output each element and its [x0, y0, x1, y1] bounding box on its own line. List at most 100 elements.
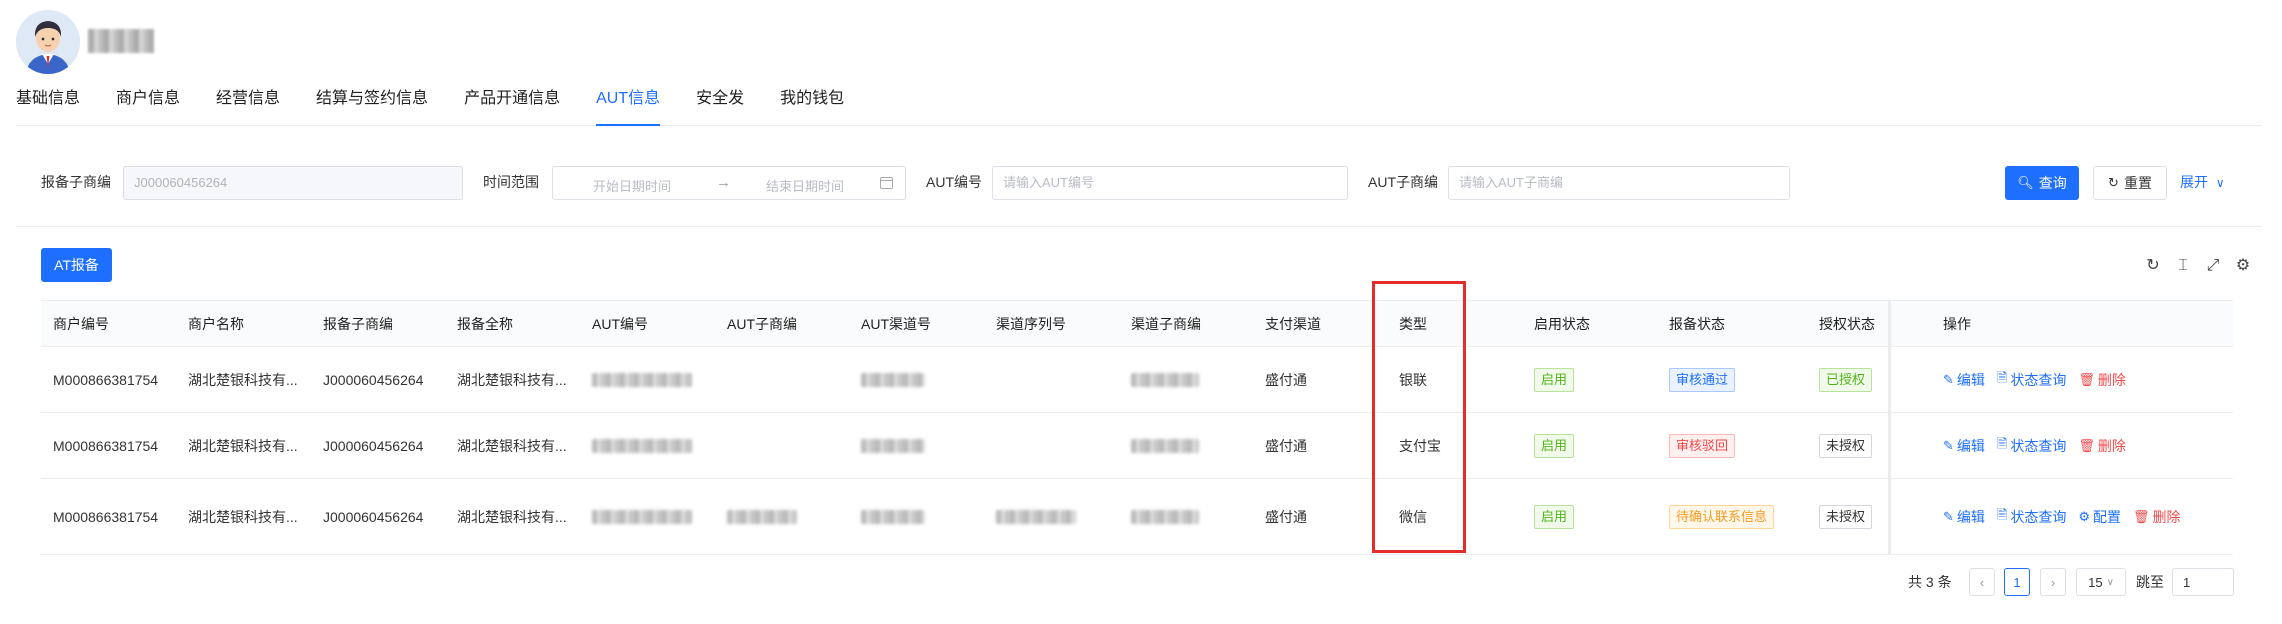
cell-pay-channel: 盛付通 [1265, 371, 1307, 388]
reset-button[interactable]: ↻ 重置 [2093, 166, 2167, 200]
density-icon[interactable]: ⌶ [2174, 257, 2192, 275]
status-badge: 未授权 [1819, 433, 1873, 458]
document-search-icon: 🗎 [1996, 435, 2008, 451]
tab-product-info[interactable]: 产品开通信息 [464, 82, 560, 126]
col-actions: 操作 [1943, 315, 1971, 332]
edit-label: 编辑 [1956, 437, 1985, 454]
col-aut-channel: AUT渠道号 [861, 315, 931, 332]
sub-merchant-input: J000060456264 [123, 166, 463, 200]
search-button-label: 查询 [2038, 175, 2067, 191]
jump-label: 跳至 [2136, 574, 2164, 590]
cell-report-status: 审核驳回 [1669, 413, 1736, 478]
cell-actions: ✎ 编辑 🗎 状态查询 🗑︎ 删除 [1943, 347, 2138, 412]
cell-pay-channel: 盛付通 [1265, 508, 1307, 525]
status-query-button[interactable]: 🗎 状态查询 [1997, 506, 2066, 528]
fullscreen-icon[interactable]: ⤢ [2204, 257, 2222, 275]
cell-channel-serial-redacted [996, 479, 1076, 554]
cell-report-status: 待确认联系信息 [1669, 479, 1775, 554]
col-pay-channel: 支付渠道 [1265, 315, 1321, 332]
aut-sub-label: AUT子商编 [1368, 174, 1438, 190]
delete-label: 删除 [2152, 508, 2181, 525]
sub-merchant-label: 报备子商编 [41, 174, 111, 190]
tab-my-wallet[interactable]: 我的钱包 [780, 82, 844, 126]
tab-business-info[interactable]: 经营信息 [216, 82, 280, 126]
document-search-icon: 🗎 [1996, 369, 2008, 385]
range-arrow-icon: → [716, 174, 731, 191]
status-query-label: 状态查询 [2010, 371, 2067, 388]
expand-link[interactable]: 展开 ∨ [2180, 172, 2225, 192]
aut-no-input[interactable]: 请输入AUT编号 [992, 166, 1348, 200]
table-row: M000866381754 湖北楚银科技有... J000060456264 湖… [41, 413, 2233, 479]
cell-sub-merchant: J000060456264 [323, 437, 424, 454]
prev-page-button[interactable]: ‹ [1969, 568, 1995, 596]
status-query-label: 状态查询 [2010, 437, 2067, 454]
cell-aut-channel-redacted [861, 479, 925, 554]
tab-merchant-info[interactable]: 商户信息 [116, 82, 180, 126]
cell-aut-no-redacted [592, 479, 692, 554]
col-channel-serial: 渠道序列号 [996, 315, 1066, 332]
cell-aut-channel-redacted [861, 347, 925, 412]
delete-label: 删除 [2097, 371, 2126, 388]
table-header-row: 商户编号 商户名称 报备子商编 报备全称 AUT编号 AUT子商编 AUT渠道号… [41, 301, 2233, 347]
search-icon: 🔍︎ [2017, 175, 2034, 190]
tab-bar: 基础信息 商户信息 经营信息 结算与签约信息 产品开通信息 AUT信息 安全发 … [16, 82, 2262, 126]
jump-page-input[interactable]: 1 [2172, 568, 2234, 596]
col-report-status: 报备状态 [1669, 315, 1725, 332]
status-badge: 未授权 [1819, 504, 1873, 529]
cell-merchant-name: 湖北楚银科技有... [188, 437, 298, 454]
col-aut-sub: AUT子商编 [727, 315, 797, 332]
page-size-select[interactable]: 15 ∨ [2076, 568, 2126, 596]
status-badge: 待确认联系信息 [1669, 504, 1775, 529]
calendar-icon [880, 177, 893, 189]
cell-actions: ✎ 编辑 🗎 状态查询 🗑︎ 删除 [1943, 413, 2138, 478]
cell-auth-status: 未授权 [1819, 479, 1873, 554]
start-date-placeholder: 开始日期时间 [593, 179, 672, 194]
tab-anquanfa[interactable]: 安全发 [696, 82, 744, 126]
col-full-name: 报备全称 [457, 315, 513, 332]
trash-icon: 🗑︎ [2078, 371, 2095, 387]
cell-aut-no-redacted [592, 347, 692, 412]
tab-basic-info[interactable]: 基础信息 [16, 82, 80, 126]
edit-button[interactable]: ✎ 编辑 [1943, 507, 1985, 527]
cell-full-name: 湖北楚银科技有... [457, 437, 567, 454]
type-column-highlight [1372, 281, 1466, 553]
tab-aut-info[interactable]: AUT信息 [596, 82, 661, 126]
cell-merchant-no: M000866381754 [53, 437, 159, 454]
edit-button[interactable]: ✎ 编辑 [1943, 436, 1985, 456]
cell-aut-no-redacted [592, 413, 692, 478]
chevron-left-icon: ‹ [1979, 574, 1985, 590]
fixed-column-shadow [1888, 300, 1891, 554]
cell-auth-status: 未授权 [1819, 413, 1873, 478]
at-report-button[interactable]: AT报备 [41, 248, 112, 282]
expand-label: 展开 [2180, 174, 2208, 190]
config-button[interactable]: ⚙ 配置 [2078, 507, 2121, 527]
cell-sub-merchant: J000060456264 [323, 371, 424, 388]
refresh-icon[interactable]: ↻ [2144, 257, 2162, 275]
search-button[interactable]: 🔍︎ 查询 [2005, 166, 2079, 200]
tab-settlement-info[interactable]: 结算与签约信息 [316, 82, 428, 126]
delete-button[interactable]: 🗑︎ 删除 [2078, 436, 2126, 456]
aut-sub-input[interactable]: 请输入AUT子商编 [1448, 166, 1790, 200]
col-merchant-name: 商户名称 [188, 315, 244, 332]
status-badge: 审核通过 [1669, 367, 1736, 392]
edit-label: 编辑 [1956, 371, 1985, 388]
edit-button[interactable]: ✎ 编辑 [1943, 370, 1985, 390]
delete-button[interactable]: 🗑︎ 删除 [2078, 370, 2126, 390]
cell-channel-sub-redacted [1131, 347, 1199, 412]
edit-label: 编辑 [1956, 508, 1985, 525]
time-range-picker[interactable]: 开始日期时间 → 结束日期时间 [552, 166, 906, 200]
reset-icon: ↻ [2108, 175, 2119, 190]
cell-enable-status: 启用 [1534, 347, 1575, 412]
cell-full-name: 湖北楚银科技有... [457, 371, 567, 388]
filter-bar: 报备子商编 J000060456264 时间范围 开始日期时间 → 结束日期时间… [0, 160, 2282, 204]
delete-button[interactable]: 🗑︎ 删除 [2133, 507, 2181, 527]
section-divider [16, 226, 2262, 227]
status-query-button[interactable]: 🗎 状态查询 [1997, 369, 2066, 391]
config-label: 配置 [2093, 508, 2122, 525]
settings-gear-icon[interactable]: ⚙ [2234, 257, 2252, 275]
page-1-button[interactable]: 1 [2004, 568, 2030, 596]
reset-button-label: 重置 [2123, 175, 2152, 191]
col-enable-status: 启用状态 [1534, 315, 1590, 332]
next-page-button[interactable]: › [2040, 568, 2066, 596]
status-query-button[interactable]: 🗎 状态查询 [1997, 435, 2066, 457]
